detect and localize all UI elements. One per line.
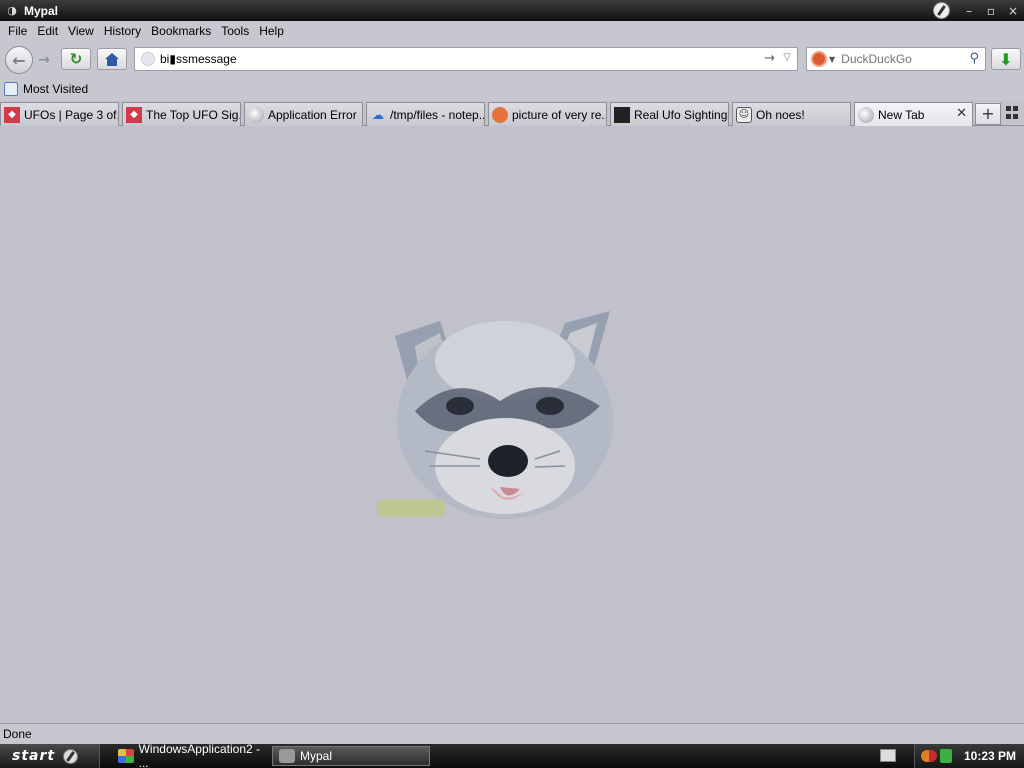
menu-history[interactable]: History xyxy=(99,24,146,38)
globe-icon xyxy=(248,106,264,123)
search-input[interactable] xyxy=(841,52,962,66)
tab-label: New Tab xyxy=(878,108,925,122)
tab-label: Application Error xyxy=(268,107,357,122)
forward-button[interactable]: → xyxy=(33,50,55,70)
search-bar[interactable]: ▼ ⚲ xyxy=(806,47,986,71)
reload-icon: ↻ xyxy=(69,50,83,68)
search-icon[interactable]: ⚲ xyxy=(969,51,979,66)
go-arrow-icon[interactable]: → xyxy=(764,51,775,66)
window-controls: – ▫ × xyxy=(933,0,1024,21)
restore-button[interactable]: ▫ xyxy=(980,4,1002,18)
downloads-button[interactable]: ⬇ xyxy=(991,48,1021,70)
menu-tools[interactable]: Tools xyxy=(216,24,254,38)
cloud-icon: ☁ xyxy=(372,107,384,122)
taskbar: start WindowsApplication2 - ... Mypal 10… xyxy=(0,742,1024,768)
system-menu-icon[interactable] xyxy=(933,2,950,19)
url-history-dropdown-icon[interactable]: ▽ xyxy=(783,52,791,63)
start-button[interactable]: start xyxy=(0,744,100,768)
back-forward-group: ← → xyxy=(5,46,57,74)
raccoon-image xyxy=(395,311,613,519)
face-icon: ☺ xyxy=(736,106,752,123)
most-visited-bookmark[interactable]: Most Visited xyxy=(23,82,88,96)
most-visited-icon xyxy=(4,82,18,96)
tab-ufos-page-3[interactable]: ◆ UFOs | Page 3 of... xyxy=(0,102,119,126)
red-shield-icon: ◆ xyxy=(4,106,20,123)
taskbar-item-windowsapplication2[interactable]: WindowsApplication2 - ... xyxy=(112,742,270,768)
tray-app-icon[interactable] xyxy=(921,750,937,762)
start-orb-icon xyxy=(63,748,79,764)
taskbar-item-mypal[interactable]: Mypal xyxy=(272,746,430,766)
close-tab-icon[interactable]: ✕ xyxy=(956,106,967,121)
tab-label: /tmp/files - notep... xyxy=(390,107,484,122)
tab-label: The Top UFO Sig... xyxy=(146,107,240,122)
tab-oh-noes[interactable]: ☺ Oh noes! xyxy=(732,102,851,126)
home-button[interactable] xyxy=(97,48,127,70)
tab-real-ufo[interactable]: Real Ufo Sighting... xyxy=(610,102,729,126)
close-button[interactable]: × xyxy=(1002,4,1024,18)
tab-application-error[interactable]: Application Error xyxy=(244,102,363,126)
visual-studio-icon xyxy=(118,749,134,763)
tab-strip: ◆ UFOs | Page 3 of... ◆ The Top UFO Sig.… xyxy=(0,100,1024,127)
mypal-app-icon: ◑ xyxy=(7,3,17,17)
keyboard-icon[interactable] xyxy=(880,749,896,762)
tab-label: Oh noes! xyxy=(756,107,805,122)
duckduckgo-icon xyxy=(492,106,508,123)
plus-icon: + xyxy=(981,104,995,123)
menu-file[interactable]: File xyxy=(3,24,32,38)
reload-button[interactable]: ↻ xyxy=(61,48,91,70)
back-button[interactable]: ← xyxy=(5,46,33,74)
clock[interactable]: 10:23 PM xyxy=(964,749,1016,763)
tab-top-ufo[interactable]: ◆ The Top UFO Sig... xyxy=(122,102,241,126)
minimize-button[interactable]: – xyxy=(958,4,980,18)
list-all-tabs-button[interactable] xyxy=(1006,106,1020,120)
menu-help[interactable]: Help xyxy=(254,24,289,38)
new-tab-button[interactable]: + xyxy=(975,103,1001,125)
system-tray: 10:23 PM xyxy=(914,744,1024,768)
tab-label: picture of very re... xyxy=(512,107,606,122)
globe-icon xyxy=(858,107,874,123)
network-icon[interactable] xyxy=(940,749,952,763)
dark-photo-icon xyxy=(614,106,630,123)
download-arrow-icon: ⬇ xyxy=(999,49,1013,69)
title-bar: ◑ Mypal – ▫ × xyxy=(0,0,1024,21)
duckduckgo-engine-icon[interactable] xyxy=(811,51,827,67)
forward-arrow-icon: → xyxy=(38,52,50,68)
menu-bookmarks[interactable]: Bookmarks xyxy=(146,24,216,38)
tab-tmp-files[interactable]: ☁ /tmp/files - notep... xyxy=(366,102,485,126)
url-text[interactable]: bi▮ssmessage xyxy=(160,52,237,66)
navigation-toolbar: ← → ↻ bi▮ssmessage → ▽ ▼ ⚲ ⬇ xyxy=(0,41,1024,78)
site-identity-icon[interactable] xyxy=(141,52,155,66)
window-title: Mypal xyxy=(24,3,59,18)
start-label: start xyxy=(12,748,56,764)
menu-bar: File Edit View History Bookmarks Tools H… xyxy=(0,21,1024,41)
menu-edit[interactable]: Edit xyxy=(32,24,63,38)
mypal-icon xyxy=(279,749,295,763)
tab-label: UFOs | Page 3 of... xyxy=(24,107,118,122)
address-bar[interactable]: bi▮ssmessage → ▽ xyxy=(134,47,798,71)
tab-label: Real Ufo Sighting... xyxy=(634,107,728,122)
bookmarks-toolbar: Most Visited xyxy=(0,78,1024,100)
engine-dropdown-icon[interactable]: ▼ xyxy=(829,55,835,64)
tab-picture-search[interactable]: picture of very re... xyxy=(488,102,607,126)
task-label: WindowsApplication2 - ... xyxy=(138,742,260,768)
green-scribble xyxy=(377,499,445,517)
back-arrow-icon: ← xyxy=(12,50,26,70)
red-shield-icon: ◆ xyxy=(126,106,142,123)
home-icon xyxy=(105,52,119,66)
menu-view[interactable]: View xyxy=(63,24,99,38)
status-bar: Done xyxy=(0,723,1024,744)
status-text: Done xyxy=(3,727,32,741)
tab-new-tab[interactable]: New Tab ✕ xyxy=(854,102,973,127)
task-label: Mypal xyxy=(300,749,333,763)
page-content xyxy=(0,126,1024,723)
